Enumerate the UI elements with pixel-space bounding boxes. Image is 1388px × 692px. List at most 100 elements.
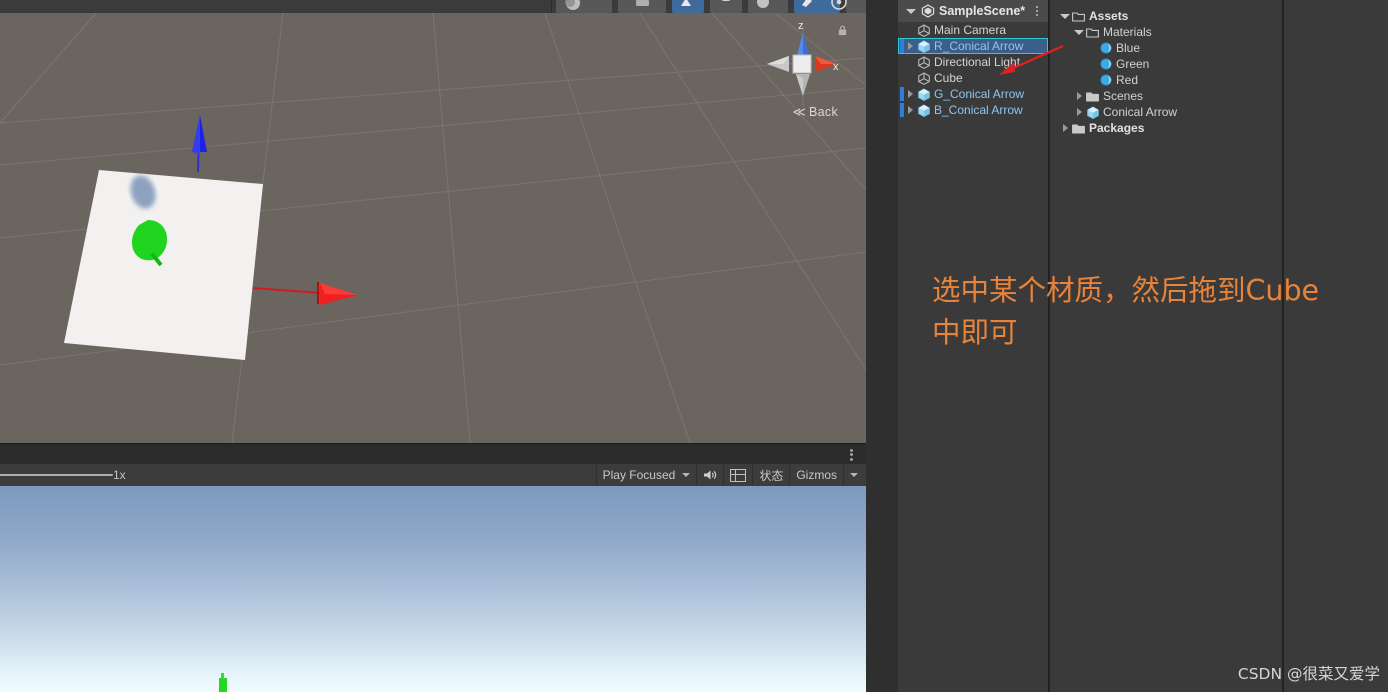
expand-toggle[interactable] — [904, 90, 917, 98]
expand-toggle[interactable] — [1058, 13, 1072, 19]
scene-orientation-gizmo[interactable]: z x — [761, 18, 841, 113]
prefab-marker — [900, 71, 904, 85]
folder-icon — [1086, 91, 1099, 102]
folder-open-icon — [1086, 27, 1099, 38]
chevron-right-icon[interactable] — [908, 106, 913, 114]
game-scale-slider[interactable] — [0, 474, 113, 476]
hierarchy-item-g-conical-arrow[interactable]: G_Conical Arrow — [898, 86, 1048, 102]
expand-toggle[interactable] — [1058, 124, 1072, 132]
gizmo-lock-icon[interactable] — [837, 25, 848, 36]
project-item-label: Red — [1116, 73, 1139, 87]
prefab-marker — [900, 23, 904, 37]
chevron-down-icon[interactable] — [1060, 13, 1070, 19]
prefab-icon — [918, 103, 930, 117]
scene-name-label: SampleScene* — [939, 4, 1026, 18]
hierarchy-item-b-conical-arrow[interactable]: B_Conical Arrow — [898, 102, 1048, 118]
annotation-line-1: 选中某个材质，然后拖到Cube — [932, 274, 1320, 307]
project-item-packages[interactable]: Packages — [1050, 120, 1282, 136]
expand-toggle[interactable] — [1072, 108, 1086, 116]
game-view-panel: 1x Play Focused 状态 Gizmos — [0, 443, 866, 692]
game-green-object — [219, 673, 227, 692]
project-item-green[interactable]: Green — [1050, 56, 1282, 72]
scene-objects — [64, 115, 358, 360]
project-item-label: Materials — [1103, 25, 1152, 39]
gizmos-label: Gizmos — [796, 468, 837, 482]
mute-audio-button[interactable] — [696, 464, 723, 486]
project-item-scenes[interactable]: Scenes — [1050, 88, 1282, 104]
chevron-right-icon[interactable] — [1076, 92, 1082, 100]
annotation-line-2: 中即可 — [932, 316, 1018, 349]
chevron-down-icon — [850, 473, 858, 477]
project-item-label: Blue — [1116, 41, 1141, 55]
hierarchy-item-label: Main Camera — [934, 23, 1007, 37]
chevron-right-icon[interactable] — [908, 90, 913, 98]
gizmo-back-label[interactable]: ≪ Back — [793, 104, 838, 119]
hierarchy-item-cube[interactable]: Cube — [898, 70, 1048, 86]
project-item-label: Packages — [1089, 121, 1145, 135]
chevron-down-icon — [682, 473, 691, 477]
gameobject-icon — [918, 23, 930, 37]
hierarchy-item-label: G_Conical Arrow — [934, 87, 1025, 101]
gizmo-z-label: z — [798, 20, 804, 32]
expand-toggle[interactable] — [904, 106, 917, 114]
project-item-label: Scenes — [1103, 89, 1144, 103]
gizmos-dropdown[interactable] — [843, 464, 864, 486]
gizmo-x-label: x — [833, 61, 839, 73]
project-item-label: Assets — [1089, 9, 1129, 23]
material-icon — [1100, 58, 1112, 70]
prefab-icon — [918, 39, 930, 53]
chevron-down-icon[interactable] — [1074, 29, 1084, 35]
project-item-blue[interactable]: Blue — [1050, 40, 1282, 56]
hierarchy-scene-header[interactable]: SampleScene* — [898, 0, 1048, 22]
hierarchy-item-label: Cube — [934, 71, 963, 85]
annotation-note: 选中某个材质，然后拖到Cube 中即可 — [932, 270, 1382, 354]
chevron-right-icon[interactable] — [908, 42, 913, 50]
project-item-label: Conical Arrow — [1103, 105, 1178, 119]
gameobject-icon — [918, 55, 930, 69]
game-view-tabstrip — [0, 443, 866, 465]
hierarchy-item-directional-light[interactable]: Directional Light — [898, 54, 1048, 70]
prefab-icon — [918, 87, 930, 101]
chevron-down-icon[interactable] — [906, 8, 916, 14]
gameobject-icon — [918, 71, 930, 85]
game-view-toolbar[interactable]: 1x Play Focused 状态 Gizmos — [0, 464, 866, 487]
prefab-icon — [1087, 105, 1099, 119]
csdn-watermark: CSDN @很菜又爱学 — [1237, 665, 1380, 683]
project-item-materials[interactable]: Materials — [1050, 24, 1282, 40]
kebab-menu-icon[interactable] — [844, 447, 858, 462]
panel-gap-strip — [866, 0, 898, 692]
project-item-label: Green — [1116, 57, 1150, 71]
chevron-right-icon[interactable] — [1076, 108, 1082, 116]
material-icon — [1100, 42, 1112, 54]
play-mode-label: Play Focused — [602, 468, 676, 482]
scene-view-toolbar[interactable] — [0, 0, 866, 13]
expand-toggle[interactable] — [1072, 29, 1086, 35]
play-mode-dropdown[interactable]: Play Focused — [595, 464, 697, 486]
stats-label: 状态 — [759, 468, 784, 483]
hierarchy-item-label: B_Conical Arrow — [934, 103, 1023, 117]
project-item-conical-arrow[interactable]: Conical Arrow — [1050, 104, 1282, 120]
project-item-red[interactable]: Red — [1050, 72, 1282, 88]
scene-view[interactable]: z x ≪ Back — [0, 0, 866, 443]
kebab-menu-icon[interactable] — [1031, 4, 1043, 18]
scene-toolbar-icons — [565, 0, 847, 10]
hierarchy-item-label: Directional Light — [934, 55, 1021, 69]
expand-toggle[interactable] — [1072, 92, 1086, 100]
game-view-render[interactable] — [0, 486, 866, 692]
hierarchy-item-label: R_Conical Arrow — [934, 39, 1024, 53]
hierarchy-item-main-camera[interactable]: Main Camera — [898, 22, 1048, 38]
aspect-ratio-button[interactable] — [723, 464, 752, 486]
material-icon — [1100, 74, 1112, 86]
grid-icon — [730, 468, 747, 482]
hierarchy-item-r-conical-arrow[interactable]: R_Conical Arrow — [898, 38, 1048, 54]
gizmos-button[interactable]: Gizmos — [789, 464, 843, 486]
expand-toggle[interactable] — [904, 42, 917, 50]
prefab-marker — [900, 55, 904, 69]
speaker-icon — [704, 470, 717, 480]
stats-button[interactable]: 状态 — [752, 464, 789, 486]
project-item-assets[interactable]: Assets — [1050, 8, 1282, 24]
folder-icon — [1072, 123, 1085, 134]
game-scale-label: 1x — [113, 468, 126, 482]
chevron-right-icon[interactable] — [1062, 124, 1068, 132]
folder-open-icon — [1072, 11, 1085, 22]
